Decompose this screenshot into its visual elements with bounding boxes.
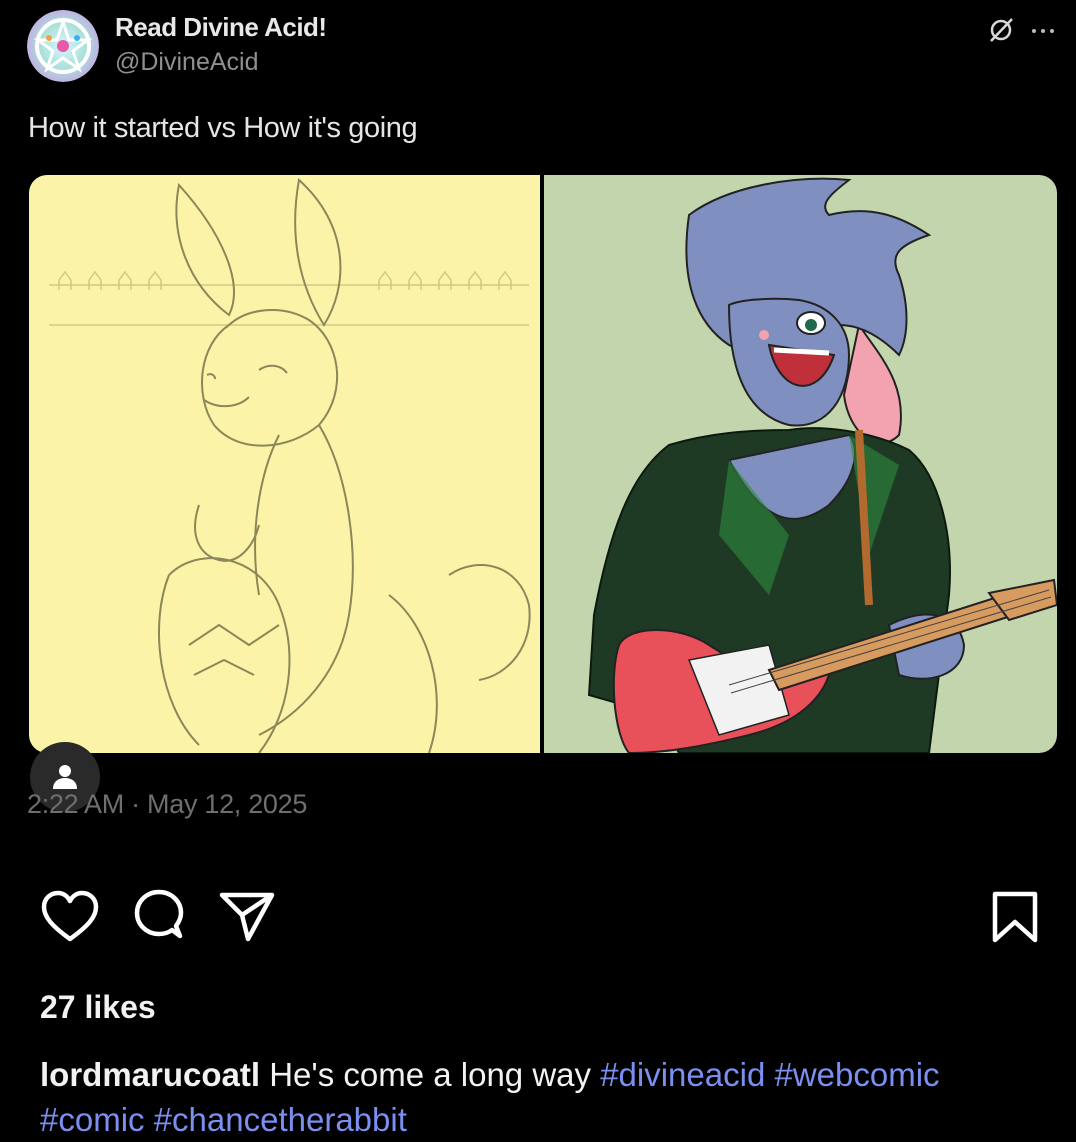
sketch-panel (29, 175, 540, 753)
post-top-actions (986, 14, 1056, 49)
mute-icon[interactable] (986, 14, 1016, 49)
share-icon[interactable] (218, 889, 276, 950)
hashtag-link[interactable]: #divineacid (600, 1056, 765, 1093)
avatar[interactable] (27, 10, 99, 82)
hashtag-link[interactable]: #chancetherabbit (154, 1101, 407, 1138)
more-options-icon[interactable] (1030, 23, 1056, 41)
action-bar (40, 888, 276, 951)
user-handle[interactable]: @DivineAcid (115, 48, 258, 77)
bookmark-icon[interactable] (990, 890, 1040, 949)
likes-count[interactable]: 27 likes (40, 989, 156, 1026)
heart-icon[interactable] (40, 889, 100, 950)
color-art-panel (544, 175, 1057, 753)
post-caption: lordmarucoatl He's come a long way #divi… (40, 1052, 1040, 1142)
user-icon (53, 765, 77, 789)
caption-username[interactable]: lordmarucoatl (40, 1056, 260, 1093)
hashtag-link[interactable]: #webcomic (774, 1056, 939, 1093)
post-text: How it started vs How it's going (28, 112, 418, 144)
comment-icon[interactable] (130, 888, 188, 951)
post-image[interactable] (29, 175, 1057, 753)
caption-text: He's come a long way (269, 1056, 592, 1093)
pentagram-logo (27, 10, 99, 82)
display-name[interactable]: Read Divine Acid! (115, 12, 327, 43)
post-timestamp: 2:22 AM · May 12, 2025 (27, 789, 308, 819)
hashtag-link[interactable]: #comic (40, 1101, 145, 1138)
